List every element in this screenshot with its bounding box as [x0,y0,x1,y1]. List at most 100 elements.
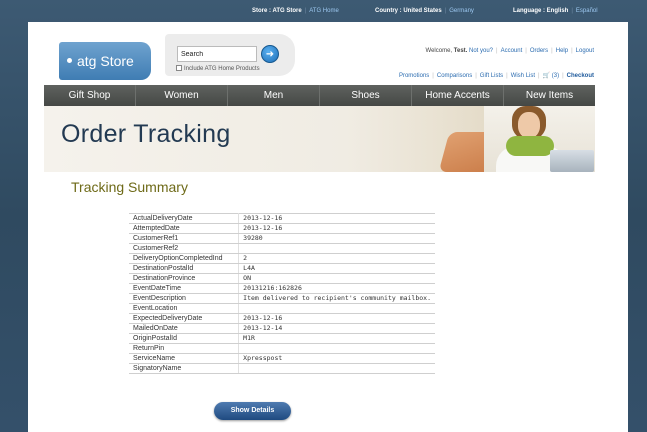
nav-item-home-accents[interactable]: Home Accents [412,85,504,106]
row-key: EventDescription [129,293,240,304]
page-banner: Order Tracking [44,106,595,172]
include-checkbox[interactable] [176,65,182,71]
store-label: Store : ATG Store [252,8,302,14]
row-value: L4A [238,263,435,274]
page-title: Order Tracking [61,120,231,148]
user-name: Test. [453,48,468,54]
logout-link[interactable]: Logout [576,48,594,54]
include-atg-home-checkbox-row[interactable]: Include ATG Home Products [176,65,260,72]
nav-item-shoes[interactable]: Shoes [320,85,412,106]
table-row: ActualDeliveryDate 2013-12-16 [129,213,435,224]
country-label: Country : United States [375,8,442,14]
row-key: DeliveryOptionCompletedInd [129,253,240,264]
row-key: EventLocation [129,303,240,314]
cart-icon: 🛒 [542,73,551,79]
table-row: DestinationProvince ON [129,273,435,284]
wish-list-link[interactable]: Wish List [511,73,535,79]
espanol-link[interactable]: Español [576,8,598,14]
atg-store-logo[interactable]: atg Store [59,42,151,80]
row-value: ON [238,273,435,284]
table-row: ReturnPin [129,343,435,354]
row-value: 2013-12-16 [238,313,435,324]
language-label: Language : English [513,8,569,14]
show-details-button[interactable]: Show Details [214,402,291,420]
include-label: Include ATG Home Products [184,66,260,72]
nav-item-new-items[interactable]: New Items [504,85,595,106]
logo-dot-icon [67,58,72,63]
row-key: MailedOnDate [129,323,240,334]
row-value: 2 [238,253,435,264]
tracking-summary-title: Tracking Summary [71,179,188,195]
table-row: EventDescription Item delivered to recipi… [129,293,435,304]
welcome-text: Welcome, [425,48,453,54]
comparisons-link[interactable]: Comparisons [437,73,472,79]
row-key: SignatoryName [129,363,240,374]
table-row: MailedOnDate 2013-12-14 [129,323,435,334]
row-value [238,363,435,374]
banner-photo-scarf [506,136,554,156]
help-link[interactable]: Help [556,48,568,54]
row-key: AttemptedDate [129,223,240,234]
row-key: DestinationProvince [129,273,240,284]
account-link[interactable]: Account [501,48,523,54]
utility-links: Promotions | Comparisons | Gift Lists | Wish L… [398,73,594,79]
gift-lists-link[interactable]: Gift Lists [480,73,503,79]
row-value: 20131216:162826 [238,283,435,294]
row-key: ServiceName [129,353,240,364]
table-row: DeliveryOptionCompletedInd 2 [129,253,435,264]
page-container: atg Store ➜ Include ATG Home Products We… [28,22,628,432]
row-value: 39280 [238,233,435,244]
row-value [238,343,435,354]
row-value: 2013-12-16 [238,223,435,234]
search-button[interactable]: ➜ [261,45,279,63]
nav-item-gift-shop[interactable]: Gift Shop [44,85,136,106]
table-row: SignatoryName [129,363,435,374]
atg-home-link[interactable]: ATG Home [309,8,339,14]
not-you-link[interactable]: Not you? [469,48,493,54]
orders-link[interactable]: Orders [530,48,548,54]
store-selector: Store : ATG Store | ATG Home [252,8,339,14]
logo-text: atg Store [77,53,134,69]
row-value: 2013-12-14 [238,323,435,334]
search-input[interactable] [177,46,257,62]
banner-photo [484,106,595,172]
row-value: 2013-12-16 [238,213,435,224]
row-value: M1R [238,333,435,344]
row-key: EventDateTime [129,283,240,294]
language-selector: Language : English | Español [513,8,598,14]
row-key: ExpectedDeliveryDate [129,313,240,324]
table-row: EventDateTime 20131216:162826 [129,283,435,294]
top-utility-bar: Store : ATG Store | ATG Home Country : Uni… [0,0,647,22]
table-row: ExpectedDeliveryDate 2013-12-16 [129,313,435,324]
row-key: CustomerRef1 [129,233,240,244]
banner-photo-face [518,112,540,138]
table-row: AttemptedDate 2013-12-16 [129,223,435,234]
row-value: Item delivered to recipient's community … [238,293,435,304]
main-nav: Gift Shop Women Men Shoes Home Accents N… [44,85,595,106]
nav-item-men[interactable]: Men [228,85,320,106]
tracking-details-table: ActualDeliveryDate 2013-12-16 AttemptedDat… [129,213,435,374]
table-row: EventLocation [129,303,435,314]
promotions-link[interactable]: Promotions [399,73,429,79]
row-key: CustomerRef2 [129,243,240,254]
table-row: CustomerRef2 [129,243,435,254]
table-row: ServiceName Xpresspost [129,353,435,364]
row-value: Xpresspost [238,353,435,364]
row-key: ReturnPin [129,343,240,354]
banner-photo-laptop [550,150,594,172]
cart-count: (3) [551,73,560,79]
germany-link[interactable]: Germany [449,8,474,14]
table-row: DestinationPostalId L4A [129,263,435,274]
row-value [238,243,435,254]
search-box: ➜ Include ATG Home Products [165,34,295,76]
table-row: OriginPostalId M1R [129,333,435,344]
row-key: ActualDeliveryDate [129,213,240,224]
cart-link[interactable]: 🛒 (3) [543,73,560,79]
account-links: Welcome, Test. Not you? | Account | Orders | H… [425,48,594,54]
arrow-right-icon: ➜ [265,49,275,60]
nav-item-women[interactable]: Women [136,85,228,106]
row-key: DestinationPostalId [129,263,240,274]
row-value [238,303,435,314]
row-key: OriginPostalId [129,333,240,344]
checkout-link[interactable]: Checkout [567,73,594,79]
